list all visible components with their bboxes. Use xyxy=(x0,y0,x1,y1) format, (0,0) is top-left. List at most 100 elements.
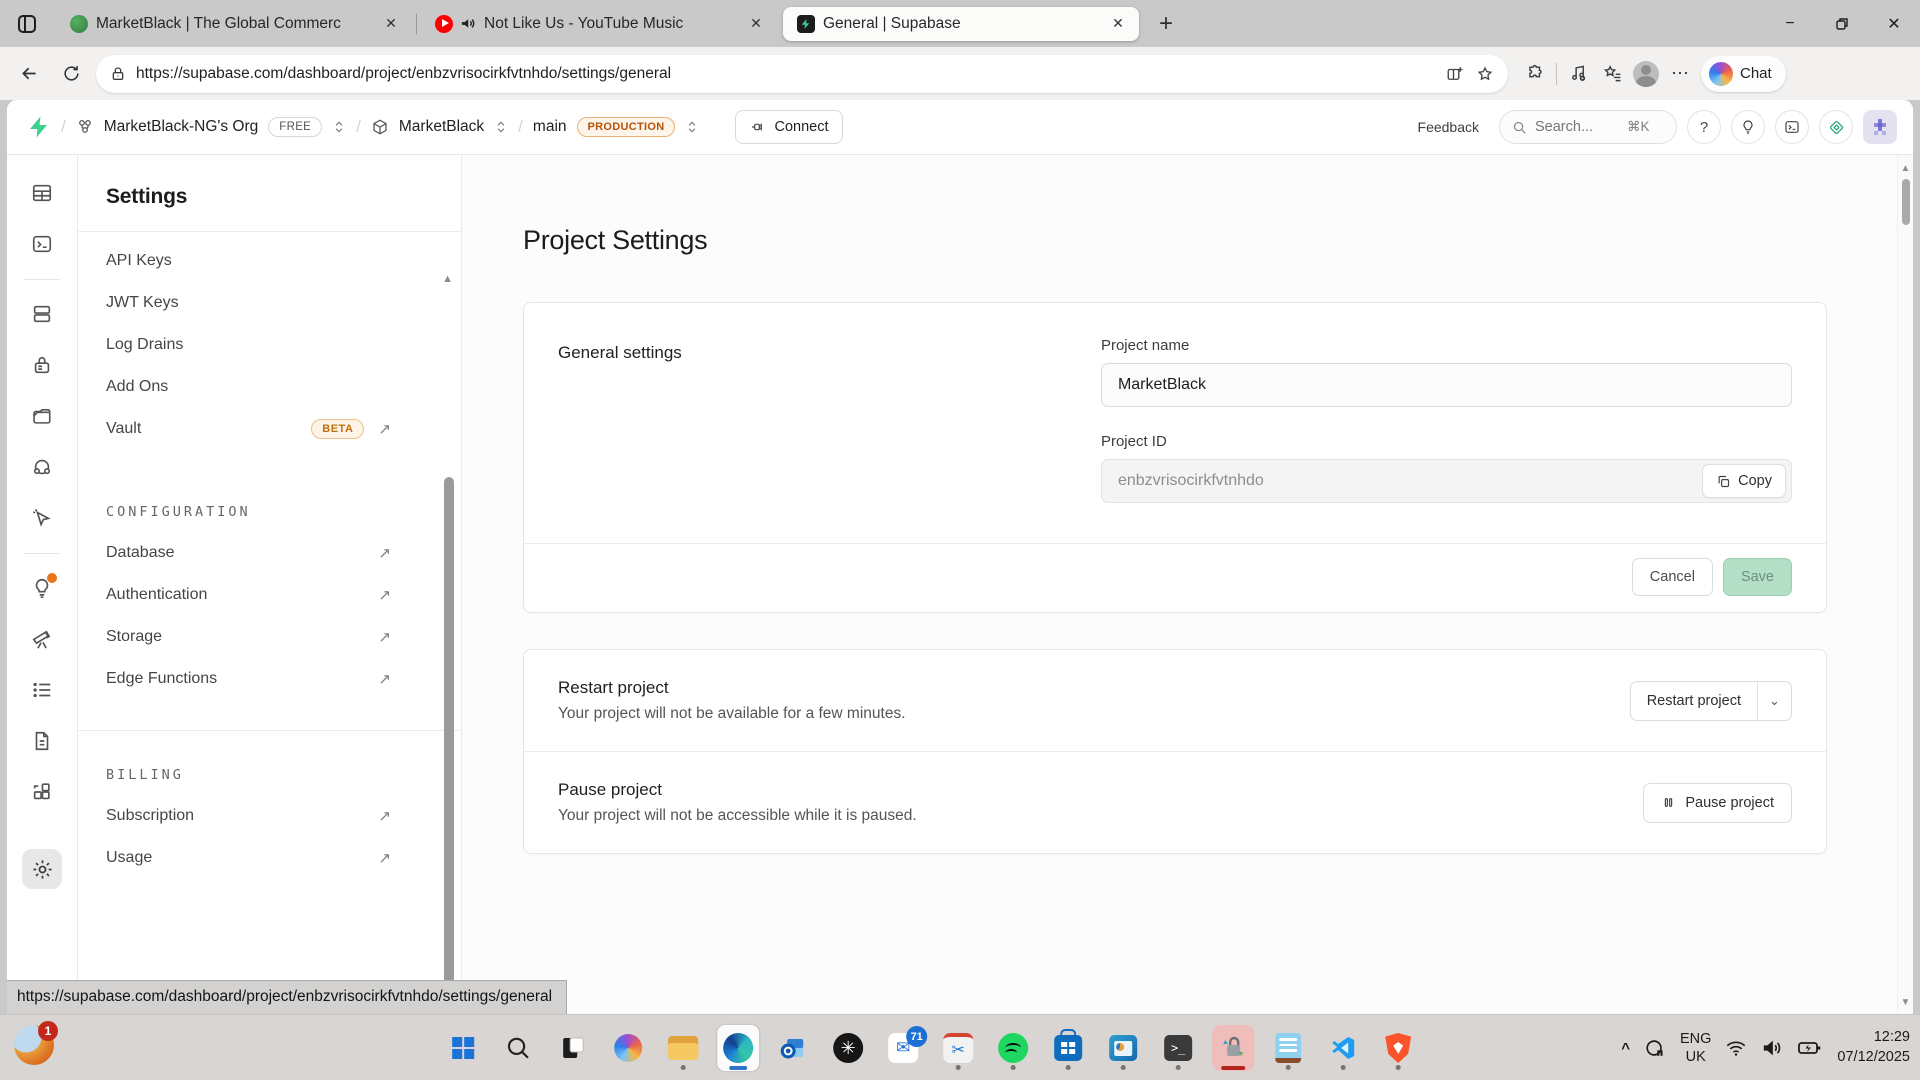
volume-icon[interactable] xyxy=(1761,1037,1783,1059)
url-text[interactable]: https://supabase.com/dashboard/project/e… xyxy=(136,65,1440,83)
pause-project-button[interactable]: Pause project xyxy=(1643,783,1792,823)
back-button[interactable] xyxy=(12,57,46,91)
favorite-star-icon[interactable] xyxy=(1470,59,1500,89)
tab-close-icon[interactable]: ✕ xyxy=(1107,13,1129,35)
subnav-item-api-keys[interactable]: API Keys xyxy=(106,240,461,282)
taskbar-snipping-tool[interactable]: ✂ xyxy=(937,1025,979,1071)
battery-icon[interactable] xyxy=(1797,1037,1823,1059)
scrollbar-thumb[interactable] xyxy=(1902,179,1910,225)
sidebar-item-performance[interactable] xyxy=(22,568,62,608)
language-indicator[interactable]: ENG UK xyxy=(1680,1030,1711,1066)
refresh-button[interactable] xyxy=(54,57,88,91)
subnav-item-usage[interactable]: Usage↗ xyxy=(106,837,461,879)
extensions-icon[interactable] xyxy=(1518,57,1552,91)
close-window-button[interactable]: ✕ xyxy=(1868,0,1920,47)
subnav-item-storage[interactable]: Storage↗ xyxy=(106,616,461,658)
taskbar-brave[interactable] xyxy=(1377,1025,1419,1071)
workspaces-button[interactable] xyxy=(12,9,42,39)
sidebar-item-storage[interactable] xyxy=(22,396,62,436)
subnav-item-vault[interactable]: Vault BETA ↗ xyxy=(106,408,461,450)
taskbar-spotify[interactable] xyxy=(992,1025,1034,1071)
sidebar-item-table-editor[interactable] xyxy=(22,173,62,213)
connect-button[interactable]: Connect xyxy=(735,110,843,144)
tab-audio-icon[interactable] xyxy=(459,15,476,32)
tab-close-icon[interactable]: ✕ xyxy=(380,13,402,35)
sidebar-item-advisors[interactable] xyxy=(22,498,62,538)
tab-close-icon[interactable]: ✕ xyxy=(745,13,767,35)
taskbar-edge[interactable] xyxy=(717,1025,759,1071)
sidebar-item-reports[interactable] xyxy=(22,619,62,659)
copilot-chat-button[interactable]: Chat xyxy=(1701,56,1786,92)
subnav-item-subscription[interactable]: Subscription↗ xyxy=(106,795,461,837)
taskbar-outlook[interactable] xyxy=(772,1025,814,1071)
subnav-scroll-up-icon[interactable]: ▲ xyxy=(442,273,453,285)
wifi-icon[interactable] xyxy=(1725,1037,1747,1059)
subnav-item-log-drains[interactable]: Log Drains xyxy=(106,324,461,366)
sidebar-item-settings[interactable] xyxy=(22,849,62,889)
sidebar-item-realtime[interactable] xyxy=(22,447,62,487)
org-selector-icon[interactable] xyxy=(332,120,346,134)
taskbar-microsoft-store[interactable] xyxy=(1047,1025,1089,1071)
sidebar-item-sql-editor[interactable] xyxy=(22,224,62,264)
sidebar-item-integrations[interactable] xyxy=(22,772,62,812)
subnav-item-edge-functions[interactable]: Edge Functions↗ xyxy=(106,658,461,700)
taskbar-widgets-button[interactable]: 1 xyxy=(14,1025,60,1071)
page-scrollbar[interactable]: ▲ ▼ xyxy=(1897,155,1913,1014)
tab-supabase-active[interactable]: General | Supabase ✕ xyxy=(783,7,1139,41)
tab-marketblack[interactable]: MarketBlack | The Global Commerc ✕ xyxy=(56,7,412,41)
settings-more-icon[interactable]: ⋯ xyxy=(1663,57,1697,91)
copy-button[interactable]: Copy xyxy=(1702,464,1786,498)
sidebar-item-authentication[interactable] xyxy=(22,345,62,385)
project-name-input[interactable] xyxy=(1101,363,1792,407)
profile-avatar[interactable] xyxy=(1629,57,1663,91)
split-screen-icon[interactable] xyxy=(1440,59,1470,89)
restart-dropdown-button[interactable]: ⌄ xyxy=(1757,682,1791,720)
sidebar-item-logs[interactable] xyxy=(22,670,62,710)
subnav-item-authentication[interactable]: Authentication↗ xyxy=(106,574,461,616)
taskbar-terminal[interactable]: >_ xyxy=(1157,1025,1199,1071)
taskbar-clock[interactable]: 12:29 07/12/2025 xyxy=(1837,1028,1910,1067)
tab-youtube-music[interactable]: Not Like Us - YouTube Music ✕ xyxy=(421,7,777,41)
taskbar-file-explorer[interactable] xyxy=(662,1025,704,1071)
taskbar-mail[interactable]: ✉ 71 xyxy=(882,1025,924,1071)
taskbar-notepad[interactable] xyxy=(1267,1025,1309,1071)
project-breadcrumb-label[interactable]: MarketBlack xyxy=(399,118,484,136)
taskbar-vscode[interactable] xyxy=(1322,1025,1364,1071)
search-input[interactable] xyxy=(1535,119,1619,135)
account-avatar[interactable] xyxy=(1863,110,1897,144)
supabase-logo[interactable] xyxy=(27,115,51,139)
cancel-button[interactable]: Cancel xyxy=(1632,558,1713,596)
subnav-scrollbar-thumb[interactable] xyxy=(444,477,454,1014)
taskbar-screen-lock[interactable] xyxy=(1212,1025,1254,1071)
minimize-button[interactable]: − xyxy=(1764,0,1816,47)
scrollbar-up-icon[interactable]: ▲ xyxy=(1898,163,1913,174)
feedback-button[interactable]: Feedback xyxy=(1418,119,1479,135)
terminal-button[interactable] xyxy=(1775,110,1809,144)
media-controls-icon[interactable] xyxy=(1561,57,1595,91)
taskbar-task-view[interactable] xyxy=(552,1025,594,1071)
restore-button[interactable] xyxy=(1816,0,1868,47)
project-selector-icon[interactable] xyxy=(494,120,508,134)
tray-media-icon[interactable] xyxy=(1644,1037,1666,1059)
address-bar[interactable]: https://supabase.com/dashboard/project/e… xyxy=(96,55,1508,93)
restart-project-button[interactable]: Restart project xyxy=(1631,682,1757,720)
taskbar-system-monitor[interactable] xyxy=(1102,1025,1144,1071)
org-breadcrumb-label[interactable]: MarketBlack-NG's Org xyxy=(104,118,259,136)
taskbar-search[interactable] xyxy=(497,1025,539,1071)
sidebar-item-database[interactable] xyxy=(22,294,62,334)
subnav-item-jwt-keys[interactable]: JWT Keys xyxy=(106,282,461,324)
lock-icon[interactable] xyxy=(110,66,126,82)
scrollbar-down-icon[interactable]: ▼ xyxy=(1898,997,1913,1008)
subnav-item-database[interactable]: Database↗ xyxy=(106,532,461,574)
collections-icon[interactable] xyxy=(1595,57,1629,91)
search-bar[interactable]: ⌘K xyxy=(1499,110,1677,144)
tray-expand-icon[interactable]: ^ xyxy=(1621,1040,1630,1057)
help-button[interactable]: ? xyxy=(1687,110,1721,144)
save-button[interactable]: Save xyxy=(1723,558,1792,596)
sidebar-item-api-docs[interactable] xyxy=(22,721,62,761)
taskbar-chatgpt[interactable]: ✳ xyxy=(827,1025,869,1071)
new-tab-button[interactable]: + xyxy=(1149,7,1183,41)
taskbar-copilot[interactable] xyxy=(607,1025,649,1071)
subnav-item-add-ons[interactable]: Add Ons xyxy=(106,366,461,408)
hints-button[interactable] xyxy=(1731,110,1765,144)
